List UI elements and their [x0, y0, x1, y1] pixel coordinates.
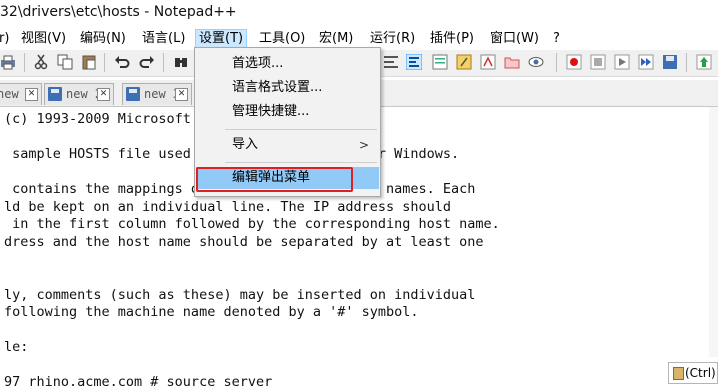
window-title: 32\drivers\etc\hosts - Notepad++	[0, 4, 237, 20]
title-bar: 32\drivers\etc\hosts - Notepad++	[0, 0, 718, 28]
menu-tools[interactable]: 工具(O)	[256, 30, 308, 48]
chevron-right-icon: >	[358, 138, 369, 152]
tab-new-3[interactable]: new 3 ✕	[122, 83, 192, 105]
menu-separator	[225, 129, 377, 130]
editor-line: ly, comments (such as these) may be inse…	[4, 287, 476, 303]
indent-guide-icon[interactable]	[406, 54, 422, 70]
cut-icon[interactable]	[33, 54, 49, 70]
menu-settings[interactable]: 设置(T)	[195, 29, 248, 49]
ctrl-paste-options-button[interactable]: (Ctrl)	[668, 362, 718, 384]
function-list-icon[interactable]	[456, 54, 472, 70]
menu-window[interactable]: 窗口(W)	[487, 30, 542, 48]
stop-macro-icon[interactable]	[590, 54, 606, 70]
save-icon	[48, 87, 62, 101]
menu-item-label: 语言格式设置...	[232, 80, 323, 95]
undo-icon[interactable]	[114, 54, 130, 70]
editor-line: in the first column followed by the corr…	[4, 216, 500, 232]
run-macro-multiple-icon[interactable]	[638, 54, 654, 70]
menu-separator	[225, 162, 377, 163]
print-icon[interactable]	[0, 54, 16, 70]
menu-edit[interactable]: r)	[0, 30, 12, 48]
folder-workspace-icon[interactable]	[480, 54, 496, 70]
editor-line: dress and the host name should be separa…	[4, 234, 484, 250]
vertical-scrollbar[interactable]	[709, 107, 718, 357]
editor-line: le:	[4, 339, 29, 355]
menu-item-shortcut-mapper[interactable]: 管理快捷键...	[196, 101, 379, 123]
menu-item-preferences[interactable]: 首选项...	[196, 53, 379, 75]
paste-icon[interactable]	[81, 54, 97, 70]
menu-run[interactable]: 运行(R)	[367, 30, 418, 48]
menu-item-import[interactable]: 导入 >	[196, 134, 379, 156]
save-macro-icon[interactable]	[662, 54, 678, 70]
menu-help[interactable]: ?	[550, 30, 563, 48]
editor-line: ld be kept on an individual line. The IP…	[4, 199, 452, 215]
tab-new-1[interactable]: new 1 ✕	[0, 83, 42, 105]
menu-plugins[interactable]: 插件(P)	[427, 30, 477, 48]
menu-encoding[interactable]: 编码(N)	[77, 30, 129, 48]
menu-language[interactable]: 语言(L)	[139, 30, 188, 48]
ctrl-label: (Ctrl)	[685, 366, 716, 380]
editor-line: following the machine name denoted by a …	[4, 304, 419, 320]
menu-item-label: 导入	[232, 137, 259, 152]
annotation-highlight-box	[196, 167, 353, 192]
redo-icon[interactable]	[139, 54, 155, 70]
find-icon[interactable]	[173, 54, 189, 70]
clipboard-icon	[673, 367, 684, 380]
close-icon[interactable]: ✕	[97, 88, 110, 101]
save-icon	[126, 87, 140, 101]
close-icon[interactable]: ✕	[175, 88, 188, 101]
tab-new-2[interactable]: new 2 ✕	[44, 83, 114, 105]
doc-map-icon[interactable]	[432, 54, 448, 70]
monitor-eye-icon[interactable]	[528, 54, 544, 70]
menu-item-label: 首选项...	[232, 56, 284, 71]
close-icon[interactable]: ✕	[25, 88, 38, 101]
copy-icon[interactable]	[57, 54, 73, 70]
play-macro-icon[interactable]	[614, 54, 630, 70]
upload-icon[interactable]	[696, 54, 712, 70]
menu-macro[interactable]: 宏(M)	[316, 30, 356, 48]
editor-line: 97 rhino.acme.com # source server	[4, 374, 273, 390]
folder-icon[interactable]	[504, 54, 520, 70]
menu-item-style-configurator[interactable]: 语言格式设置...	[196, 77, 379, 99]
menu-view[interactable]: 视图(V)	[18, 30, 69, 48]
menu-item-label: 管理快捷键...	[232, 104, 310, 119]
record-macro-icon[interactable]	[566, 54, 582, 70]
word-wrap-icon[interactable]	[383, 54, 399, 70]
